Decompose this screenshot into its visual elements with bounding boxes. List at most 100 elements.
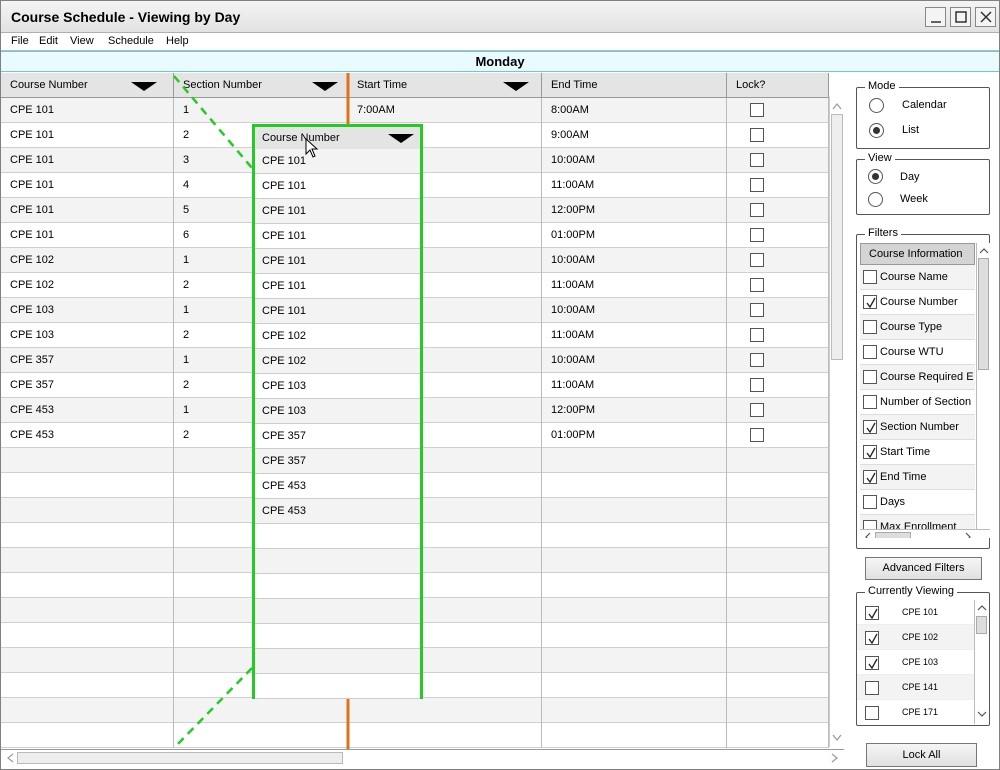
filter-checkbox[interactable] bbox=[863, 420, 877, 434]
column-header-section-number[interactable]: Section Number bbox=[174, 73, 348, 98]
table-row[interactable]: CPE 101 1 7:00AM 8:00AM bbox=[1, 98, 829, 123]
minimize-button[interactable] bbox=[925, 7, 946, 27]
mode-calendar-radio[interactable] bbox=[869, 98, 884, 113]
filter-checkbox[interactable] bbox=[863, 445, 877, 459]
lock-checkbox[interactable] bbox=[750, 328, 764, 342]
table-horizontal-scrollbar[interactable] bbox=[1, 749, 844, 766]
dragged-column[interactable]: Course Number CPE 101 CPE 101 CPE 101 CPE 1… bbox=[252, 124, 423, 699]
filter-checkbox[interactable] bbox=[863, 320, 877, 334]
dropdown-arrow-icon[interactable] bbox=[312, 82, 338, 91]
scroll-thumb[interactable] bbox=[831, 114, 843, 360]
checkmark-icon bbox=[866, 447, 876, 459]
filters-vertical-scrollbar[interactable] bbox=[976, 243, 990, 538]
menu-schedule[interactable]: Schedule bbox=[108, 35, 154, 47]
filter-checkbox[interactable] bbox=[863, 345, 877, 359]
title-bar: Course Schedule - Viewing by Day bbox=[1, 1, 999, 33]
start-time-cell bbox=[348, 698, 542, 723]
filter-item[interactable]: Section Number bbox=[860, 415, 975, 440]
column-header-start-time[interactable]: Start Time bbox=[348, 73, 542, 98]
lock-checkbox[interactable] bbox=[750, 378, 764, 392]
lock-checkbox[interactable] bbox=[750, 253, 764, 267]
menu-view[interactable]: View bbox=[70, 35, 94, 47]
lock-checkbox[interactable] bbox=[750, 403, 764, 417]
currently-viewing-item[interactable]: CPE 141 bbox=[857, 675, 974, 700]
filter-item[interactable]: Days bbox=[860, 490, 975, 515]
menu-help[interactable]: Help bbox=[166, 35, 189, 47]
lock-checkbox[interactable] bbox=[750, 278, 764, 292]
filter-checkbox[interactable] bbox=[863, 370, 877, 384]
course-number-cell bbox=[1, 648, 174, 673]
scroll-thumb[interactable] bbox=[875, 532, 911, 538]
filter-item[interactable]: Course Number bbox=[860, 290, 975, 315]
lock-checkbox[interactable] bbox=[750, 228, 764, 242]
scroll-up-icon bbox=[979, 248, 989, 254]
filter-item[interactable]: Course WTU bbox=[860, 340, 975, 365]
maximize-button[interactable] bbox=[950, 7, 971, 27]
menu-edit[interactable]: Edit bbox=[39, 35, 58, 47]
filter-checkbox[interactable] bbox=[863, 295, 877, 309]
view-week-radio[interactable] bbox=[868, 192, 883, 207]
viewing-checkbox[interactable] bbox=[865, 631, 879, 645]
end-time-cell: 10:00AM bbox=[542, 298, 727, 323]
filter-checkbox[interactable] bbox=[863, 270, 877, 284]
mode-list-radio[interactable] bbox=[869, 123, 884, 138]
lock-cell bbox=[727, 723, 829, 748]
lock-checkbox[interactable] bbox=[750, 128, 764, 142]
viewing-checkbox[interactable] bbox=[865, 656, 879, 670]
close-button[interactable] bbox=[975, 7, 996, 27]
column-header-course-number[interactable]: Course Number bbox=[1, 73, 174, 98]
view-day-radio[interactable] bbox=[868, 169, 883, 184]
checkmark-icon bbox=[866, 297, 876, 309]
dragged-column-cell: CPE 101 bbox=[255, 274, 420, 299]
lock-checkbox[interactable] bbox=[750, 353, 764, 367]
column-header-end-time[interactable]: End Time bbox=[542, 73, 727, 98]
table-row[interactable] bbox=[1, 698, 829, 723]
currently-viewing-item[interactable]: CPE 171 bbox=[857, 700, 974, 724]
filter-checkbox[interactable] bbox=[863, 495, 877, 509]
scroll-thumb[interactable] bbox=[978, 258, 989, 370]
end-time-cell bbox=[542, 548, 727, 573]
filter-item[interactable]: Course Name bbox=[860, 265, 975, 290]
lock-checkbox[interactable] bbox=[750, 153, 764, 167]
currently-viewing-item[interactable]: CPE 103 bbox=[857, 650, 974, 675]
lock-checkbox[interactable] bbox=[750, 103, 764, 117]
menu-file[interactable]: File bbox=[11, 35, 29, 47]
advanced-filters-button[interactable]: Advanced Filters bbox=[865, 557, 982, 580]
filter-item[interactable]: Number of Section bbox=[860, 390, 975, 415]
table-row[interactable] bbox=[1, 723, 829, 748]
filter-checkbox[interactable] bbox=[863, 470, 877, 484]
filter-item[interactable]: End Time bbox=[860, 465, 975, 490]
end-time-cell: 10:00AM bbox=[542, 148, 727, 173]
filter-label: Days bbox=[880, 496, 906, 508]
lock-checkbox[interactable] bbox=[750, 428, 764, 442]
lock-checkbox[interactable] bbox=[750, 303, 764, 317]
column-header-lock[interactable]: Lock? bbox=[727, 73, 829, 98]
dropdown-arrow-icon[interactable] bbox=[503, 82, 529, 91]
filters-horizontal-scrollbar[interactable] bbox=[860, 529, 990, 538]
viewing-checkbox[interactable] bbox=[865, 681, 879, 695]
currently-viewing-item[interactable]: CPE 102 bbox=[857, 625, 974, 650]
currently-viewing-item[interactable]: CPE 101 bbox=[857, 600, 974, 625]
end-time-cell bbox=[542, 598, 727, 623]
lock-checkbox[interactable] bbox=[750, 178, 764, 192]
lock-all-button[interactable]: Lock All bbox=[866, 743, 977, 767]
filter-item[interactable]: Course Type bbox=[860, 315, 975, 340]
filter-checkbox[interactable] bbox=[863, 520, 877, 529]
view-week-label: Week bbox=[900, 193, 928, 205]
dropdown-arrow-icon[interactable] bbox=[131, 82, 157, 91]
filter-label: Start Time bbox=[880, 446, 931, 458]
section-number-cell: 1 bbox=[174, 98, 348, 123]
filter-item[interactable]: Course Required E bbox=[860, 365, 975, 390]
dragged-column-header[interactable]: Course Number bbox=[255, 127, 420, 149]
viewing-checkbox[interactable] bbox=[865, 706, 879, 720]
filter-item[interactable]: Max Enrollment bbox=[860, 515, 975, 529]
lock-checkbox[interactable] bbox=[750, 203, 764, 217]
table-vertical-scrollbar[interactable] bbox=[829, 97, 844, 747]
viewing-checkbox[interactable] bbox=[865, 606, 879, 620]
scroll-thumb[interactable] bbox=[976, 616, 987, 634]
currently-viewing-scrollbar[interactable] bbox=[974, 600, 988, 724]
end-time-cell: 11:00AM bbox=[542, 323, 727, 348]
scroll-thumb[interactable] bbox=[17, 752, 343, 764]
filter-item[interactable]: Start Time bbox=[860, 440, 975, 465]
filter-checkbox[interactable] bbox=[863, 395, 877, 409]
